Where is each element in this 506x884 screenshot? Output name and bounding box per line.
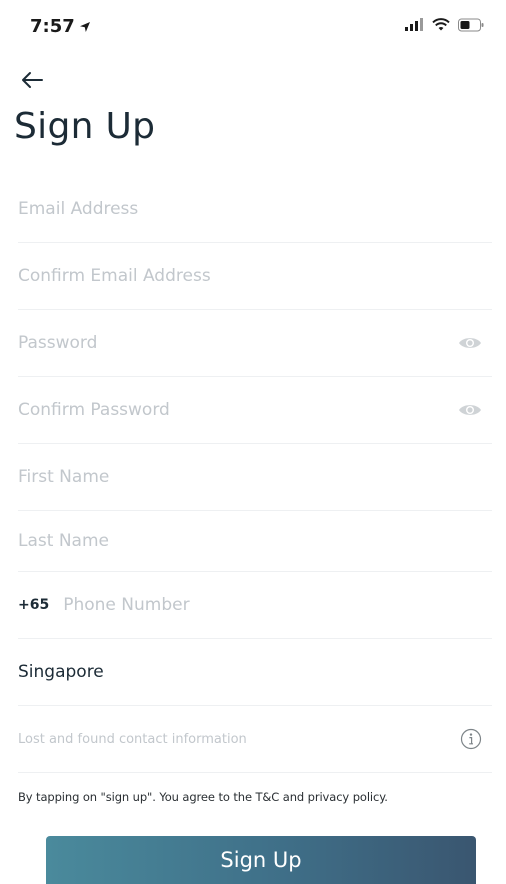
signup-form: +65 Singapore xyxy=(0,176,506,773)
last-name-input[interactable] xyxy=(18,531,492,551)
eye-icon[interactable] xyxy=(458,335,482,351)
lost-found-input[interactable] xyxy=(18,731,492,747)
signup-button[interactable]: Sign Up xyxy=(46,836,476,884)
first-name-field-row xyxy=(18,444,492,511)
country-code-prefix[interactable]: +65 xyxy=(18,597,49,613)
confirm-password-field-row xyxy=(18,377,492,444)
arrow-left-icon xyxy=(22,72,43,88)
status-time: 7:57 xyxy=(30,16,91,37)
page-title: Sign Up xyxy=(14,106,156,147)
confirm-email-field-row xyxy=(18,243,492,310)
country-field-row[interactable]: Singapore xyxy=(18,639,492,706)
eye-icon[interactable] xyxy=(458,402,482,418)
password-field-row xyxy=(18,310,492,377)
status-time-text: 7:57 xyxy=(30,16,75,37)
password-input[interactable] xyxy=(18,333,492,353)
confirm-password-input[interactable] xyxy=(18,400,492,420)
email-field-row xyxy=(18,176,492,243)
lost-found-field-row xyxy=(18,706,492,773)
phone-field-row: +65 xyxy=(18,572,492,639)
terms-text: By tapping on "sign up". You agree to th… xyxy=(18,790,388,804)
location-arrow-icon xyxy=(79,21,90,32)
status-icons xyxy=(404,18,484,32)
status-bar: 7:57 xyxy=(0,0,506,50)
info-icon[interactable] xyxy=(460,728,482,750)
wifi-icon xyxy=(432,18,450,31)
email-input[interactable] xyxy=(18,199,492,219)
confirm-email-input[interactable] xyxy=(18,266,492,286)
first-name-input[interactable] xyxy=(18,467,492,487)
signal-icon xyxy=(405,18,423,31)
phone-input[interactable] xyxy=(63,595,492,615)
battery-icon xyxy=(458,18,484,32)
last-name-field-row xyxy=(18,511,492,572)
back-button[interactable] xyxy=(14,62,50,98)
country-select[interactable]: Singapore xyxy=(18,662,104,682)
